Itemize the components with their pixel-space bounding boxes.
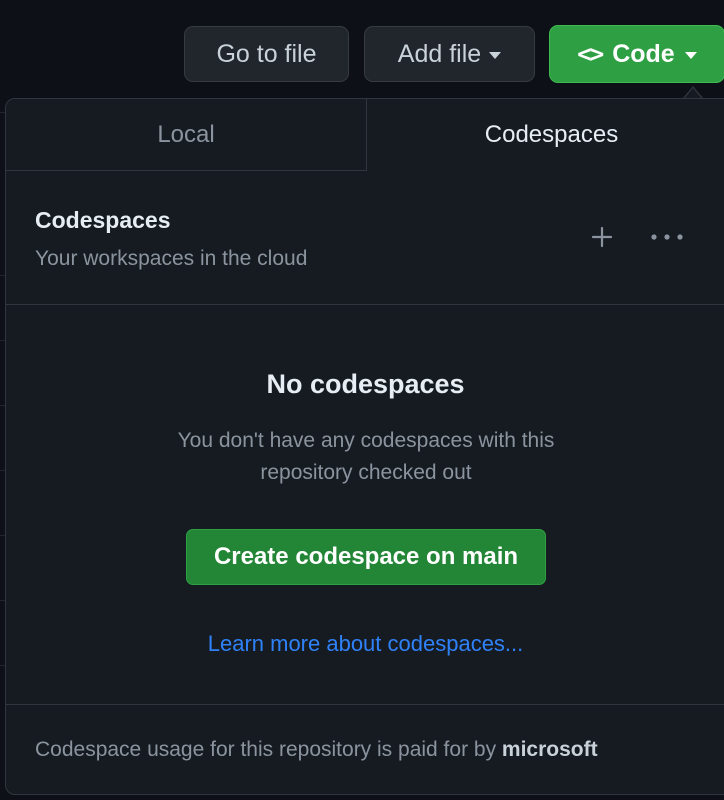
tab-local[interactable]: Local: [6, 99, 367, 171]
go-to-file-button[interactable]: Go to file: [184, 26, 349, 82]
codespaces-title: Codespaces: [35, 207, 171, 233]
caret-down-icon: [489, 51, 502, 59]
repo-toolbar: Go to file Add file <> Code: [0, 25, 724, 84]
create-codespace-label: Create codespace on main: [213, 543, 519, 570]
plus-icon: [591, 226, 613, 248]
tab-codespaces-label: Codespaces: [484, 121, 619, 148]
empty-state-description: You don't have any codespaces with this …: [177, 429, 555, 484]
kebab-horizontal-icon: [651, 234, 683, 240]
tab-local-label: Local: [157, 120, 215, 148]
billing-prefix: Codespace usage for this repository is p…: [35, 738, 497, 761]
page: Go to file Add file <> Code Local Codesp…: [0, 0, 724, 800]
tab-codespaces[interactable]: Codespaces: [367, 99, 724, 171]
code-label: Code: [612, 39, 675, 68]
learn-more-link[interactable]: Learn more about codespaces...: [6, 631, 724, 657]
add-file-label: Add file: [397, 39, 482, 68]
codespaces-subtitle: Your workspaces in the cloud: [35, 247, 308, 270]
dropdown-tabs: Local Codespaces: [6, 99, 724, 171]
billing-text: Codespace usage for this repository is p…: [35, 738, 598, 762]
code-icon: <>: [577, 40, 604, 68]
code-button[interactable]: <> Code: [549, 25, 724, 83]
learn-more-label: Learn more about codespaces...: [207, 631, 524, 656]
go-to-file-label: Go to file: [216, 39, 317, 68]
billing-owner: microsoft: [501, 738, 598, 761]
codespaces-header: Codespaces Your workspaces in the cloud: [6, 171, 724, 305]
add-file-button[interactable]: Add file: [364, 26, 535, 82]
billing-footer: Codespace usage for this repository is p…: [6, 704, 724, 794]
caret-down-icon: [684, 51, 697, 59]
create-codespace-button[interactable]: Create codespace on main: [186, 529, 546, 585]
more-options-button[interactable]: [647, 217, 687, 257]
code-dropdown-panel: Local Codespaces Codespaces Your workspa…: [5, 98, 724, 795]
empty-state-title: No codespaces: [266, 369, 465, 399]
new-codespace-button[interactable]: [582, 217, 622, 257]
